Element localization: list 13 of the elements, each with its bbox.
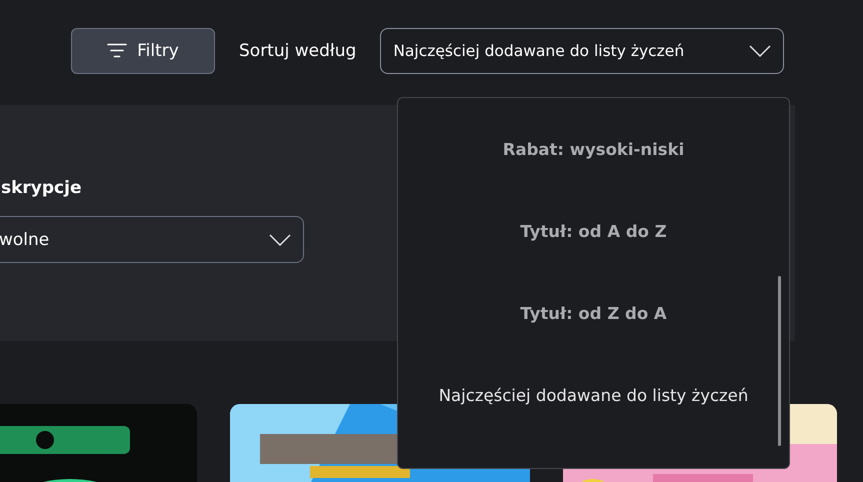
menu-item[interactable]: Tytuł: od A do Z — [520, 222, 667, 304]
filter-label: skrypcje — [1, 178, 82, 198]
sort-label: Sortuj według — [239, 40, 356, 60]
chevron-down-icon — [749, 44, 772, 56]
sort-dropdown[interactable]: Najczęściej dodawane do listy życzeń — [380, 28, 784, 74]
filter-icon — [107, 43, 128, 58]
chevron-down-icon — [269, 234, 291, 246]
scrollbar-thumb[interactable] — [778, 276, 781, 446]
filter-select[interactable]: wolne — [0, 216, 304, 263]
filter-button[interactable]: Filtry — [71, 28, 215, 74]
menu-item[interactable]: Najczęściej dodawane do listy życzeń — [438, 386, 748, 468]
menu-item[interactable]: Tytuł: od Z do A — [520, 304, 667, 386]
menu-item[interactable]: Rabat: wysoki-niski — [502, 140, 684, 222]
